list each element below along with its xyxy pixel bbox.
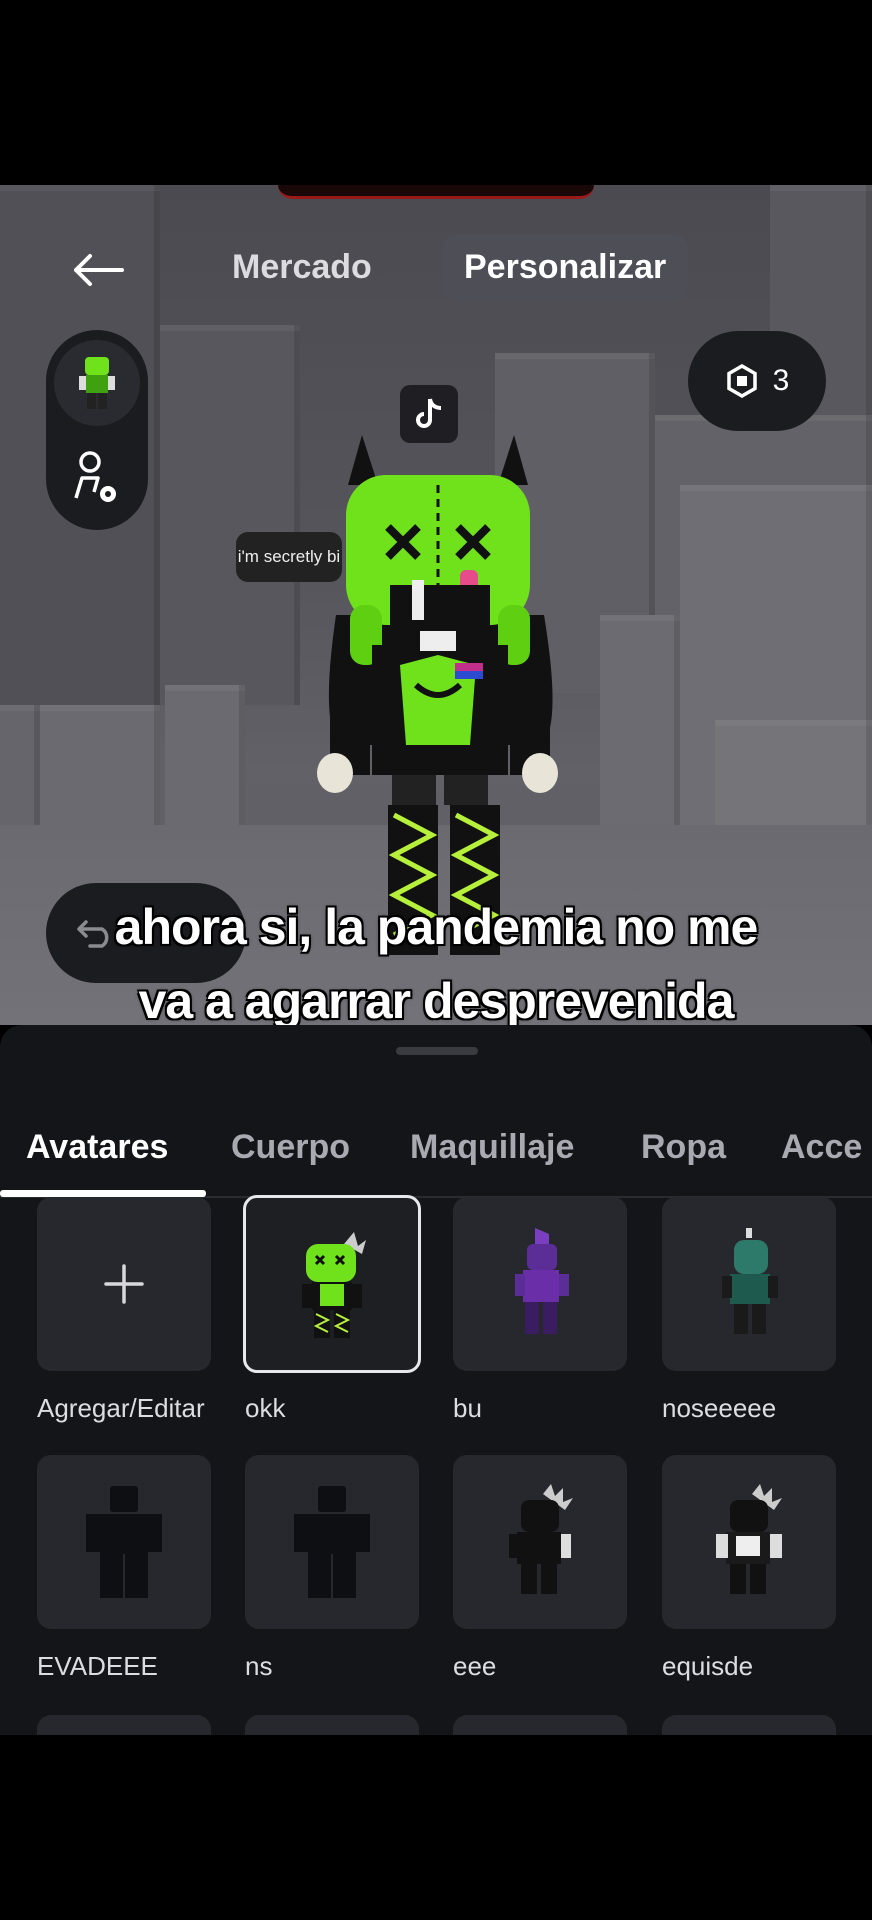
side-panel [46,330,148,530]
avatar-label: bu [453,1393,482,1423]
robux-balance[interactable]: 3 [688,331,826,431]
avatar-tile[interactable] [245,1715,419,1735]
avatar-label: Agregar/Editar [37,1393,205,1423]
back-button[interactable] [70,245,126,295]
avatar-label: ns [245,1651,273,1681]
avatar-tile-bu[interactable] [453,1197,627,1371]
arrow-left-icon [74,254,124,286]
tab-cuerpo[interactable]: Cuerpo [231,1128,350,1167]
avatar-figure[interactable] [300,185,580,805]
avatar-tile-evadeee[interactable] [37,1455,211,1629]
active-tab-indicator [0,1190,206,1197]
video-caption-line1: ahora si, la pandemia no me [114,899,759,955]
plus-icon [104,1264,144,1304]
bottom-letterbox [0,1735,872,1920]
avatar-settings-button[interactable] [72,448,122,508]
category-tabs: Avatares Cuerpo Maquillaje Ropa Acce [0,1100,872,1200]
avatar-tile[interactable] [453,1715,627,1735]
default-avatar-icon [294,1486,370,1598]
person-gear-icon [74,451,116,502]
scene-block [600,615,680,835]
sheet-grabber[interactable] [396,1047,478,1055]
tab-maquillaje[interactable]: Maquillaje [410,1128,574,1167]
avatar-tile-eee[interactable] [453,1455,627,1629]
add-edit-avatar-tile[interactable] [37,1197,211,1371]
tab-avatares[interactable]: Avatares [26,1128,168,1167]
avatar-label: EVADEEE [37,1651,158,1681]
customize-sheet: Avatares Cuerpo Maquillaje Ropa Acce Agr… [0,1025,872,1735]
avatar-tile-ns[interactable] [245,1455,419,1629]
robux-count: 3 [772,364,790,397]
avatar-thumbnail [716,1484,782,1594]
robux-icon [726,364,757,398]
avatar-thumbnail [302,1232,366,1338]
avatar-tile-equisde[interactable] [662,1455,836,1629]
avatar-thumbnail [722,1228,778,1334]
avatar-thumbnail [515,1228,569,1334]
avatar-label: eee [453,1651,497,1681]
top-letterbox [0,0,872,185]
avatar-mini-icon [79,357,115,409]
avatar-label: okk [245,1393,286,1423]
default-avatar-icon [86,1486,162,1598]
tab-ropa[interactable]: Ropa [641,1128,726,1167]
avatar-tile[interactable] [37,1715,211,1735]
avatar-tile[interactable] [662,1715,836,1735]
tab-accesorios[interactable]: Acce [781,1128,862,1167]
video-caption-line2: va a agarrar desprevenida [138,973,735,1029]
scene-block [160,325,300,705]
avatar-tile-okk[interactable] [243,1195,421,1373]
avatar-label: equisde [662,1651,754,1681]
avatar-thumbnail [509,1484,573,1594]
avatar-label: noseeeee [662,1393,777,1423]
avatar-tile-noseeeee[interactable] [662,1197,836,1371]
current-avatar-thumbnail[interactable] [54,340,140,426]
